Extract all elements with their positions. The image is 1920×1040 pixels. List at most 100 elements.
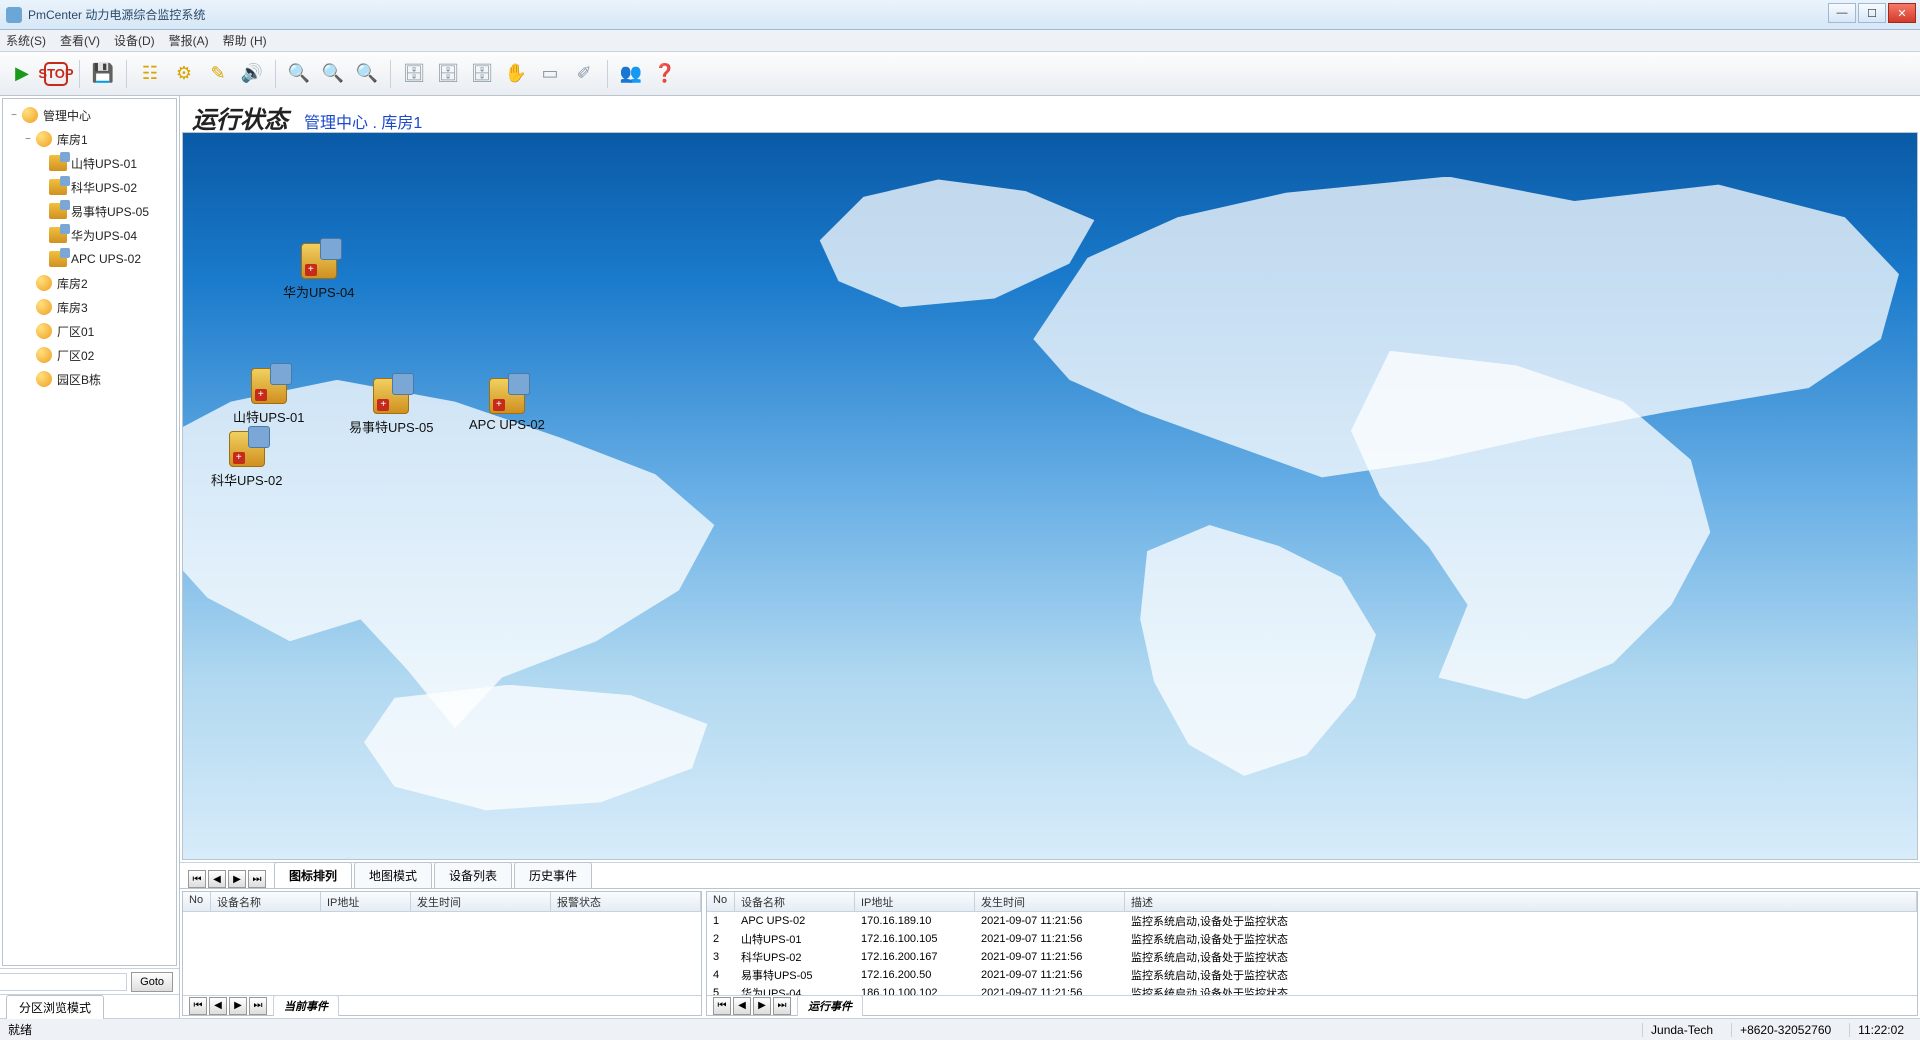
left-panel: − 管理中心 −库房1山特UPS-01科华UPS-02易事特UPS-05华为UP…	[0, 96, 180, 1018]
db-button-3[interactable]: 🗄	[468, 60, 496, 88]
grid-body[interactable]	[183, 912, 701, 979]
window-title: PmCenter 动力电源综合监控系统	[28, 6, 205, 23]
col-no[interactable]: No	[707, 892, 735, 911]
nav-next[interactable]: ▶	[753, 997, 771, 1015]
edit-button[interactable]: ✐	[570, 60, 598, 88]
tool-button-2[interactable]: ⚙	[170, 60, 198, 88]
nav-next[interactable]: ▶	[229, 997, 247, 1015]
db-button-1[interactable]: 🗄	[400, 60, 428, 88]
menu-alarm[interactable]: 警报(A)	[169, 32, 209, 49]
menu-help[interactable]: 帮助 (H)	[223, 32, 267, 49]
nav-next[interactable]: ▶	[228, 870, 246, 888]
nav-prev[interactable]: ◀	[209, 997, 227, 1015]
grid-header: No 设备名称 IP地址 发生时间 报警状态	[183, 892, 701, 912]
expand-icon[interactable]: −	[7, 110, 21, 121]
db-button-2[interactable]: 🗄	[434, 60, 462, 88]
sound-icon: 🔊	[241, 63, 263, 84]
cell-desc: 监控系统启动,设备处于监控状态	[1125, 912, 1917, 930]
zoom-button-1[interactable]: 🔍	[285, 60, 313, 88]
cell-desc: 监控系统启动,设备处于监控状态	[1125, 948, 1917, 966]
tree-node[interactable]: 库房3	[7, 295, 172, 319]
nav-prev[interactable]: ◀	[208, 870, 226, 888]
grid-body[interactable]: 1APC UPS-02170.16.189.102021-09-07 11:21…	[707, 912, 1917, 995]
col-time[interactable]: 发生时间	[411, 892, 551, 911]
hand-button[interactable]: ✋	[502, 60, 530, 88]
table-row[interactable]: 3科华UPS-02172.16.200.1672021-09-07 11:21:…	[707, 948, 1917, 966]
goto-input[interactable]	[0, 973, 127, 991]
map-device[interactable]: 易事特UPS-05	[349, 378, 434, 436]
h-scrollbar[interactable]	[183, 979, 701, 995]
maximize-button[interactable]: ☐	[1858, 3, 1886, 23]
tab-device-list[interactable]: 设备列表	[434, 862, 512, 888]
box-button[interactable]: ▭	[536, 60, 564, 88]
sound-button[interactable]: 🔊	[238, 60, 266, 88]
tree-device[interactable]: 山特UPS-01	[7, 151, 172, 175]
tree-node[interactable]: 园区B栋	[7, 367, 172, 391]
zoom-button-3[interactable]: 🔍	[353, 60, 381, 88]
play-button[interactable]: ▶	[8, 60, 36, 88]
col-ip[interactable]: IP地址	[855, 892, 975, 911]
nav-prev[interactable]: ◀	[733, 997, 751, 1015]
page-title: 运行状态	[192, 100, 288, 135]
tree-node[interactable]: −库房1	[7, 127, 172, 151]
view-tabs: ⏮ ◀ ▶ ⏭ 图标排列 地图模式 设备列表 历史事件	[180, 862, 1920, 888]
col-desc[interactable]: 描述	[1125, 892, 1917, 911]
nav-last[interactable]: ⏭	[773, 997, 791, 1015]
nav-first[interactable]: ⏮	[189, 997, 207, 1015]
tree-node[interactable]: 厂区02	[7, 343, 172, 367]
globe-icon	[36, 275, 52, 291]
table-row[interactable]: 5华为UPS-04186.10.100.1022021-09-07 11:21:…	[707, 984, 1917, 995]
panel-tab-browse[interactable]: 分区浏览模式	[6, 995, 104, 1019]
tab-history[interactable]: 历史事件	[514, 862, 592, 888]
tree-root[interactable]: − 管理中心	[7, 103, 172, 127]
map-device[interactable]: APC UPS-02	[469, 378, 545, 432]
table-row[interactable]: 4易事特UPS-05172.16.200.502021-09-07 11:21:…	[707, 966, 1917, 984]
zoom-icon: 🔍	[356, 63, 378, 84]
tree-node[interactable]: 厂区01	[7, 319, 172, 343]
tab-current-events[interactable]: 当前事件	[273, 995, 339, 1016]
cell-time: 2021-09-07 11:21:56	[975, 914, 1125, 928]
col-name[interactable]: 设备名称	[211, 892, 321, 911]
col-name[interactable]: 设备名称	[735, 892, 855, 911]
col-ip[interactable]: IP地址	[321, 892, 411, 911]
menu-system[interactable]: 系统(S)	[6, 32, 46, 49]
tree-device[interactable]: 易事特UPS-05	[7, 199, 172, 223]
nav-first[interactable]: ⏮	[188, 870, 206, 888]
table-row[interactable]: 2山特UPS-01172.16.100.1052021-09-07 11:21:…	[707, 930, 1917, 948]
menu-device[interactable]: 设备(D)	[114, 32, 155, 49]
tab-map-mode[interactable]: 地图模式	[354, 862, 432, 888]
menu-view[interactable]: 查看(V)	[60, 32, 100, 49]
tree-node[interactable]: 库房2	[7, 271, 172, 295]
save-button[interactable]: 💾	[89, 60, 117, 88]
tool-button-1[interactable]: ☷	[136, 60, 164, 88]
tree-device[interactable]: 科华UPS-02	[7, 175, 172, 199]
nav-first[interactable]: ⏮	[713, 997, 731, 1015]
zoom-button-2[interactable]: 🔍	[319, 60, 347, 88]
close-button[interactable]: ✕	[1888, 3, 1916, 23]
tree-view[interactable]: − 管理中心 −库房1山特UPS-01科华UPS-02易事特UPS-05华为UP…	[2, 98, 177, 966]
stop-button[interactable]: STOP	[42, 60, 70, 88]
minimize-button[interactable]: —	[1828, 3, 1856, 23]
tab-run-events[interactable]: 运行事件	[797, 995, 863, 1016]
alarm-grid: No 设备名称 IP地址 发生时间 报警状态 ⏮ ◀ ▶ ⏭ 当前事件	[182, 891, 702, 1016]
goto-button[interactable]: Goto	[131, 972, 173, 992]
users-button[interactable]: 👥	[617, 60, 645, 88]
globe-icon	[36, 299, 52, 315]
tree-device[interactable]: 华为UPS-04	[7, 223, 172, 247]
tab-icon-layout[interactable]: 图标排列	[274, 862, 352, 888]
tree-device[interactable]: APC UPS-02	[7, 247, 172, 271]
nav-last[interactable]: ⏭	[249, 997, 267, 1015]
help-button[interactable]: ❓	[651, 60, 679, 88]
tool-button-3[interactable]: ✎	[204, 60, 232, 88]
col-time[interactable]: 发生时间	[975, 892, 1125, 911]
col-no[interactable]: No	[183, 892, 211, 911]
map-device[interactable]: 华为UPS-04	[283, 243, 355, 301]
map-device[interactable]: 山特UPS-01	[233, 368, 305, 426]
table-row[interactable]: 1APC UPS-02170.16.189.102021-09-07 11:21…	[707, 912, 1917, 930]
nav-last[interactable]: ⏭	[248, 870, 266, 888]
col-alarm[interactable]: 报警状态	[551, 892, 701, 911]
map-area[interactable]: 华为UPS-04 山特UPS-01 易事特UPS-05 APC UPS-02 科华UPS…	[182, 132, 1918, 860]
map-device[interactable]: 科华UPS-02	[211, 431, 283, 489]
cell-desc: 监控系统启动,设备处于监控状态	[1125, 984, 1917, 996]
expand-icon[interactable]: −	[21, 134, 35, 145]
